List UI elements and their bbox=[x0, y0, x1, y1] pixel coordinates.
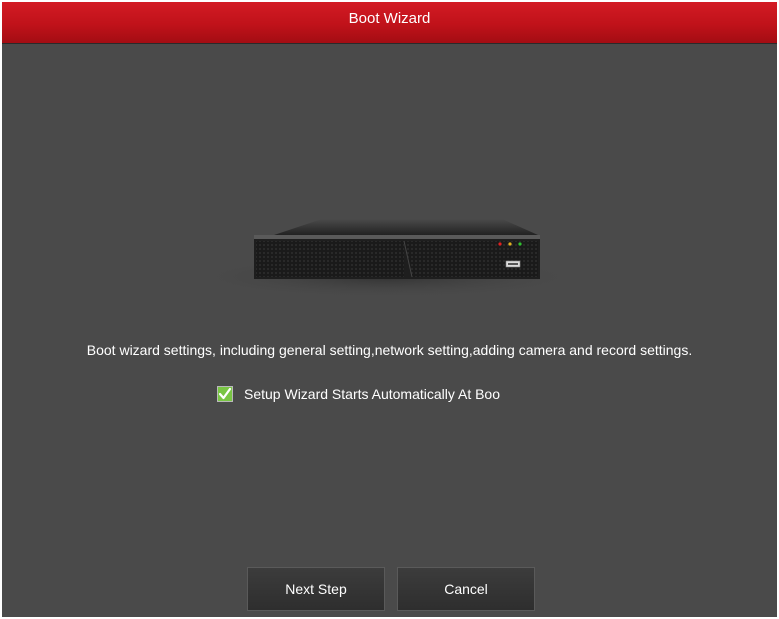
auto-start-label: Setup Wizard Starts Automatically At Boo bbox=[244, 386, 501, 402]
auto-start-checkbox[interactable] bbox=[217, 386, 233, 402]
checkmark-icon bbox=[218, 387, 232, 401]
nvr-device-image bbox=[187, 219, 587, 299]
cancel-button[interactable]: Cancel bbox=[397, 567, 535, 611]
auto-start-option[interactable]: Setup Wizard Starts Automatically At Boo bbox=[217, 384, 540, 404]
window-title: Boot Wizard bbox=[348, 10, 431, 27]
boot-wizard-window: Boot Wizard Boot wizard settings, includ… bbox=[2, 2, 777, 617]
wizard-description: Boot wizard settings, including general … bbox=[86, 342, 693, 358]
next-step-button[interactable]: Next Step bbox=[247, 567, 385, 611]
title-bar: Boot Wizard bbox=[2, 2, 777, 44]
